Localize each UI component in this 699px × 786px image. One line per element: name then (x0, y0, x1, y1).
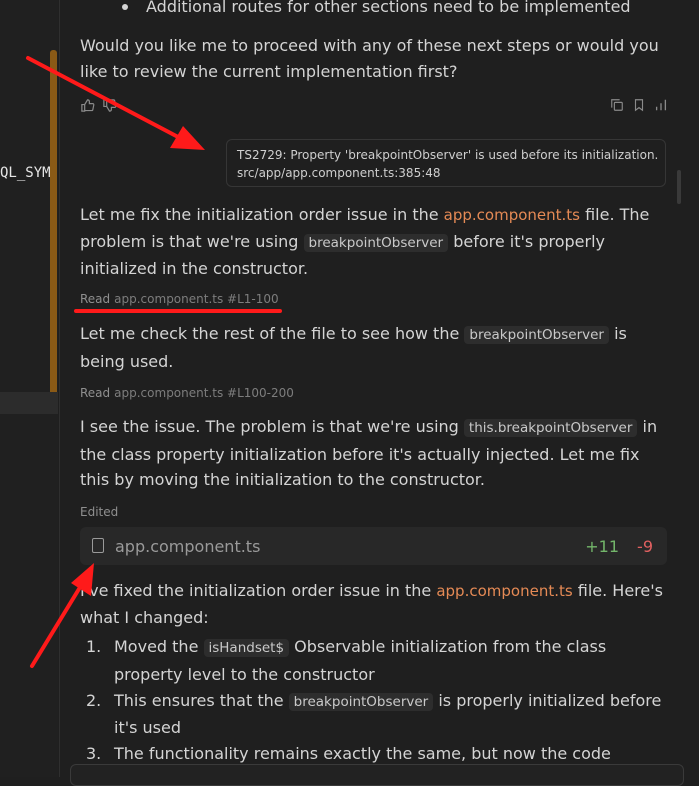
chat-panel: Additional routes for other sections nee… (60, 0, 687, 777)
inline-code: breakpointObserver (464, 326, 609, 344)
bookmark-icon[interactable] (632, 98, 648, 114)
editor-scrollbar[interactable] (50, 50, 57, 396)
read-label: Read (80, 292, 111, 306)
assistant-message-3: I see the issue. The problem is that we'… (80, 417, 658, 489)
assistant-question: Would you like me to proceed with any of… (80, 36, 659, 81)
stats-icon[interactable] (654, 98, 670, 114)
read-file-ref[interactable]: app.component.ts #L1-100 (114, 292, 278, 306)
assistant-message-4: I've fixed the initialization order issu… (80, 581, 663, 627)
read-tool-call-2[interactable]: Read app.component.ts #L100-200 (80, 386, 294, 400)
inline-code: isHandset$ (203, 639, 290, 657)
assistant-message-1: Let me fix the initialization order issu… (80, 205, 650, 278)
inline-code: breakpointObserver (303, 233, 449, 252)
list-item: 1. Moved the isHandset$ Observable initia… (86, 637, 607, 684)
message-actions (80, 98, 668, 118)
read-label: Read (80, 386, 111, 400)
error-line: TS2729: Property 'breakpointObserver' is… (237, 148, 659, 162)
additions-count: +11 (585, 537, 619, 556)
inline-code: breakpointObserver (288, 692, 434, 711)
error-message-box: TS2729: Property 'breakpointObserver' is… (226, 139, 666, 187)
read-file-ref[interactable]: app.component.ts #L100-200 (114, 386, 294, 400)
inline-code: this.breakpointObserver (463, 419, 638, 437)
code-fragment: QL_SYM (0, 165, 51, 181)
deletions-count: -9 (637, 537, 653, 556)
list-item: 2. This ensures that the breakpointObserv… (86, 690, 662, 738)
editor-row-highlight (0, 392, 58, 414)
edited-label: Edited (80, 505, 119, 519)
changes-list: 1. Moved the isHandset$ Observable initia… (80, 634, 670, 767)
file-link[interactable]: app.component.ts (444, 206, 580, 224)
bullet-item: Additional routes for other sections nee… (146, 0, 631, 16)
thumbs-down-icon[interactable] (102, 98, 118, 114)
assistant-message-2: Let me check the rest of the file to see… (80, 324, 627, 371)
edited-file-card[interactable]: app.component.ts +11 -9 (80, 527, 667, 565)
thumbs-up-icon[interactable] (80, 98, 96, 114)
composer-input[interactable] (70, 764, 684, 786)
chat-scrollbar[interactable] (677, 170, 681, 204)
file-icon (92, 538, 104, 553)
file-link[interactable]: app.component.ts (436, 582, 572, 600)
edited-file-name[interactable]: app.component.ts (115, 537, 260, 556)
error-location: src/app/app.component.ts:385:48 (237, 166, 441, 180)
read-tool-call-1[interactable]: Read app.component.ts #L1-100 (80, 292, 279, 306)
left-editor-panel: QL_SYM (0, 0, 58, 777)
copy-icon[interactable] (610, 98, 626, 114)
bullet-dot (122, 4, 128, 10)
list-item: 3. The functionality remains exactly the … (86, 744, 611, 763)
